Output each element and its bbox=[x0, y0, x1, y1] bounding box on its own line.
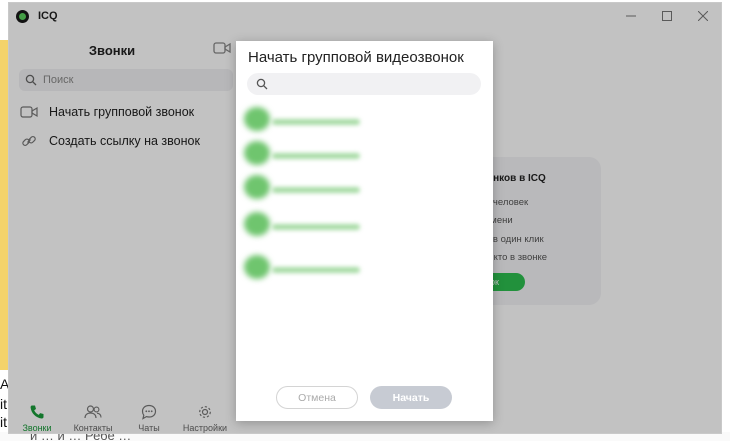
avatar bbox=[244, 141, 270, 165]
avatar bbox=[244, 255, 270, 279]
contact-item[interactable] bbox=[244, 252, 360, 282]
contact-name-blurred bbox=[272, 267, 360, 273]
start-call-button[interactable]: Начать bbox=[370, 386, 452, 409]
search-icon bbox=[256, 78, 268, 90]
dialog-title: Начать групповой видеозвонок bbox=[248, 49, 464, 66]
group-video-call-dialog: Начать групповой видеозвонок Отмена Нача… bbox=[236, 41, 493, 421]
avatar bbox=[244, 212, 270, 236]
contact-name-blurred bbox=[272, 153, 360, 159]
contact-name-blurred bbox=[272, 119, 360, 125]
contact-item[interactable] bbox=[244, 104, 360, 134]
contact-name-blurred bbox=[272, 224, 360, 230]
contact-search-input[interactable] bbox=[247, 73, 481, 95]
contact-item[interactable] bbox=[244, 172, 360, 202]
desktop-background-strip bbox=[0, 40, 8, 370]
avatar bbox=[244, 175, 270, 199]
cancel-button[interactable]: Отмена bbox=[276, 386, 358, 409]
avatar bbox=[244, 107, 270, 131]
contact-name-blurred bbox=[272, 187, 360, 193]
contact-item[interactable] bbox=[244, 138, 360, 168]
contact-item[interactable] bbox=[244, 209, 360, 239]
